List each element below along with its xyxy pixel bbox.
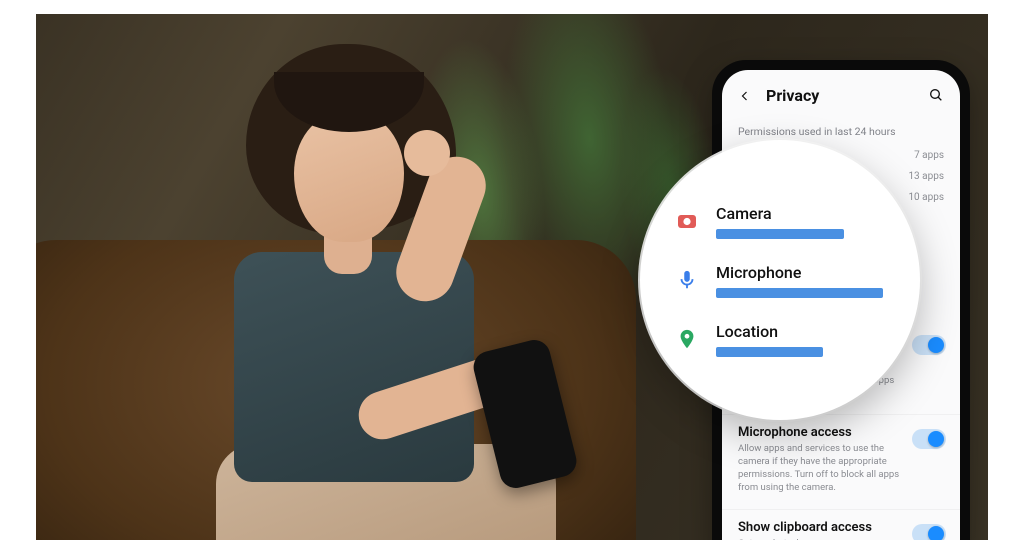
usage-bar [716, 288, 894, 298]
search-icon[interactable] [928, 87, 946, 105]
usage-bar [716, 229, 894, 239]
setting-desc: Get an alert when an apps accesses text. [738, 538, 902, 541]
zoom-label: Microphone [716, 263, 894, 282]
microphone-icon [674, 267, 700, 293]
promo-canvas: Privacy Permissions used in last 24 hour… [36, 14, 988, 540]
usage-bar [716, 347, 894, 357]
setting-title: Show clipboard access [738, 520, 902, 535]
back-icon[interactable] [736, 87, 754, 105]
toggle-camera-access[interactable] [912, 335, 946, 355]
toggle-microphone-access[interactable] [912, 429, 946, 449]
toggle-clipboard-access[interactable] [912, 524, 946, 541]
section-label: Permissions used in last 24 hours [722, 115, 960, 142]
zoom-label: Location [716, 322, 894, 341]
magnifier-callout: Camera Microphone Location [640, 140, 920, 420]
zoom-row-location: Location [674, 322, 894, 357]
setting-desc: Allow apps and services to use the camer… [738, 443, 902, 494]
camera-icon [674, 208, 700, 234]
screen-header: Privacy [722, 70, 960, 115]
setting-microphone-access[interactable]: Microphone access Allow apps and service… [722, 414, 960, 508]
location-icon [674, 326, 700, 352]
zoom-row-camera: Camera [674, 204, 894, 239]
person-illustration [156, 44, 576, 540]
zoom-label: Camera [716, 204, 894, 223]
page-title: Privacy [766, 86, 916, 105]
setting-title: Microphone access [738, 425, 902, 440]
setting-clipboard-access[interactable]: Show clipboard access Get an alert when … [722, 509, 960, 541]
zoom-row-microphone: Microphone [674, 263, 894, 298]
